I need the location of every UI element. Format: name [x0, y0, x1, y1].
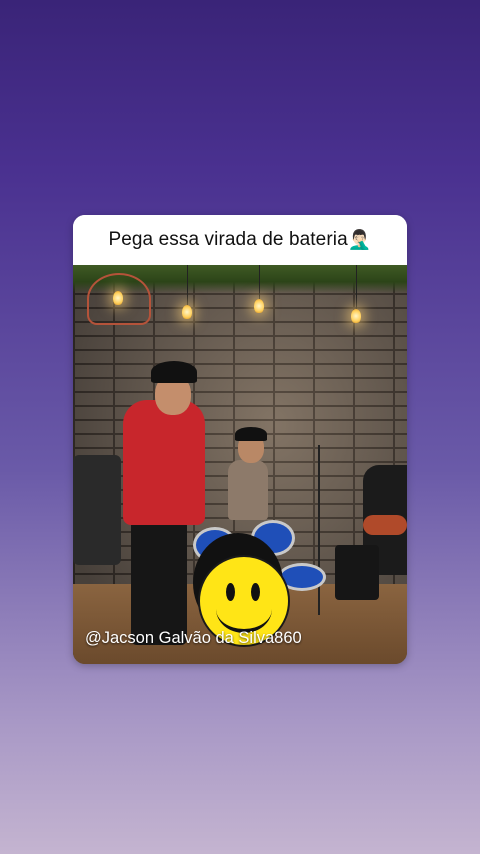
man-in-red-jacket: [123, 400, 205, 525]
post-card[interactable]: Pega essa virada de bateria 🤦🏻‍♂️: [73, 215, 407, 664]
facepalm-emoji-icon: 🤦🏻‍♂️: [347, 230, 372, 251]
accordion-player: [73, 455, 121, 565]
video-frame[interactable]: @Jacson Galvão da Silva860: [73, 265, 407, 664]
drummer: [228, 460, 268, 520]
light-bulb-icon: [254, 299, 264, 313]
mic-stand: [318, 445, 320, 615]
light-bulb-icon: [182, 305, 192, 319]
light-bulb-icon: [113, 291, 123, 305]
cap: [151, 361, 197, 383]
amplifier: [335, 545, 379, 600]
caption-text: Pega essa virada de bateria: [108, 229, 348, 250]
guitar-icon: [363, 515, 407, 535]
caption-bar: Pega essa virada de bateria 🤦🏻‍♂️: [73, 215, 407, 265]
creator-watermark: @Jacson Galvão da Silva860: [85, 629, 302, 647]
light-bulb-icon: [351, 309, 361, 323]
